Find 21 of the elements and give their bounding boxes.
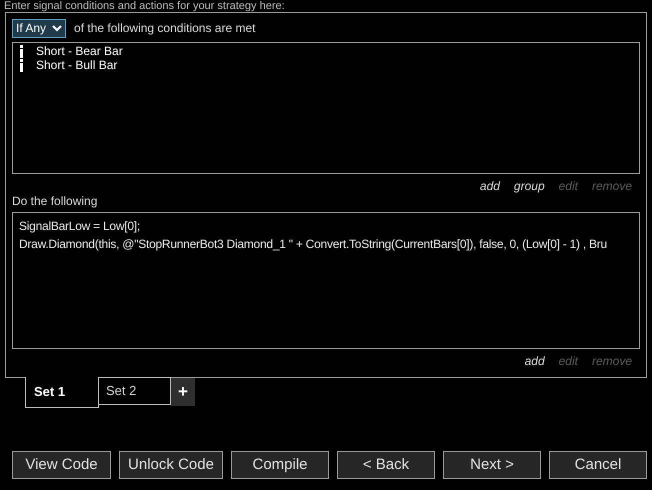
code-line: Draw.Diamond(this, @"StopRunnerBot3 Diamond_1 " + Convert.ToString(CurrentBars[0]), false, 0, (Low[0] - 1) , Bru [19,236,608,253]
action-link[interactable]: group [514,177,545,195]
footer-button[interactable]: Compile [231,451,329,479]
footer-button[interactable]: Cancel [549,451,647,479]
add-tab-button[interactable]: + [171,378,195,406]
section-title: Do the following [12,194,98,208]
action-link[interactable]: add [524,352,545,370]
condition-item[interactable]: Short - Bear Bar [36,44,123,58]
set-tab[interactable]: Set 1 [25,377,99,408]
footer-button[interactable]: Next > [443,451,541,479]
footer-button[interactable]: < Back [337,451,435,479]
footer-button[interactable]: Unlock Code [119,451,223,479]
action-editor[interactable]: SignalBarLow = Low[0]; Draw.Diamond(this, @"StopRunnerBot3 Diamond_1 " + Convert.ToString(CurrentBars[0]), false, 0, (Low[0] - 1) , Bru [12,212,640,349]
footer-button[interactable]: View Code [12,451,111,479]
action-link[interactable]: add [480,177,500,195]
condition-label: of the following conditions are met [74,20,256,37]
header-text: Enter signal conditions and actions for your strategy here: [4,0,286,12]
mode-dropdown[interactable]: If Any [12,18,66,38]
condition-item[interactable]: Short - Bull Bar [36,58,118,72]
code-line: SignalBarLow = Low[0]; [19,218,141,235]
chevron-down-icon [52,24,62,32]
